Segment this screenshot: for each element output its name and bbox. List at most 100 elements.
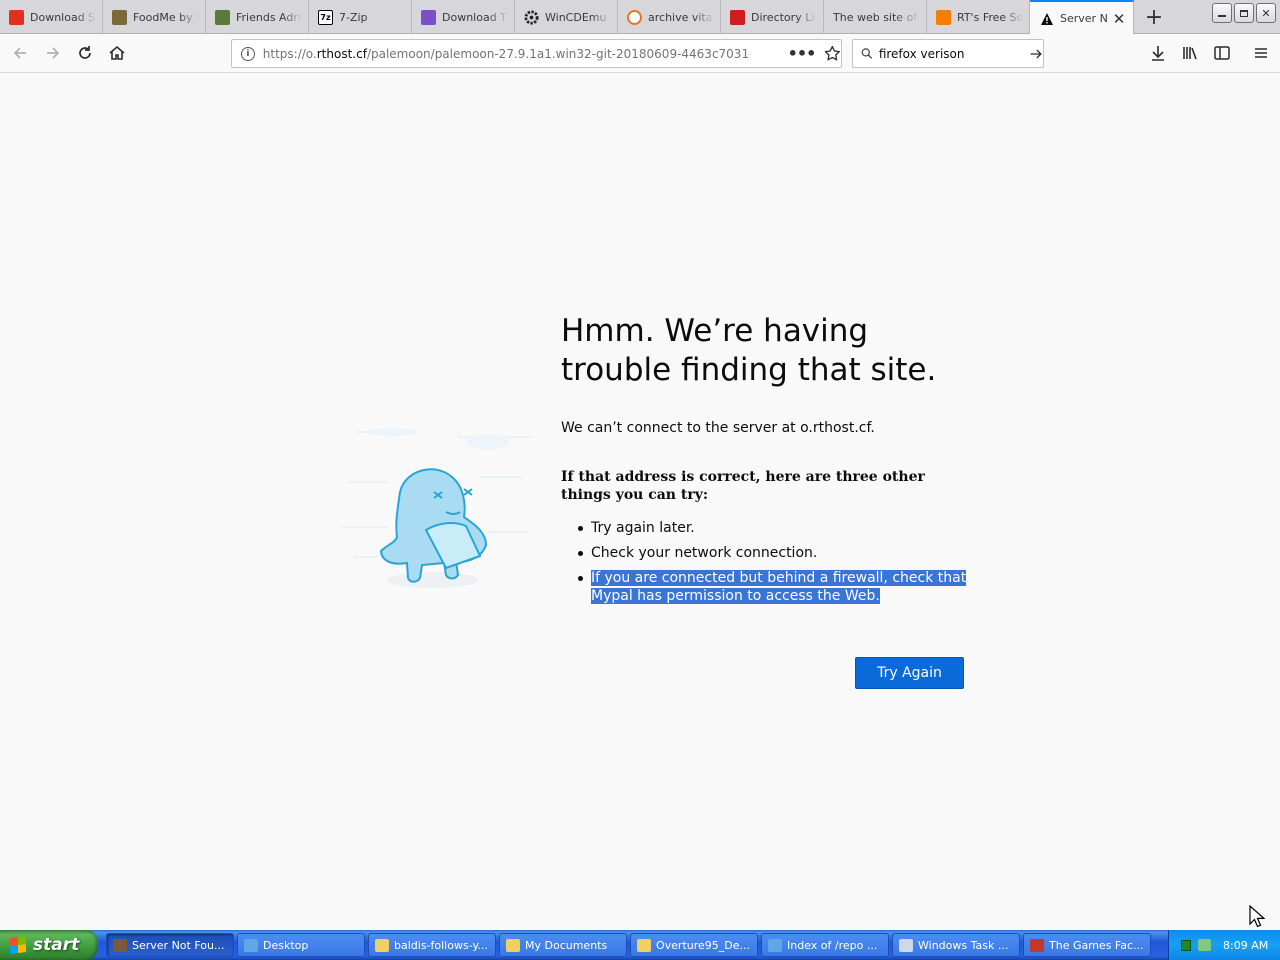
orange-circle-icon <box>627 9 642 25</box>
menu-button[interactable] <box>1247 39 1275 67</box>
tab[interactable]: 7z 7-Zip <box>309 0 412 34</box>
tab[interactable]: WinCDEmu - <box>515 0 618 34</box>
site-info-icon[interactable]: i <box>241 46 255 61</box>
warning-icon <box>1039 11 1054 26</box>
tab-title: Server N <box>1060 12 1108 25</box>
7zip-icon: 7z <box>318 9 333 25</box>
minimize-icon <box>1218 15 1226 17</box>
food-icon <box>112 9 127 25</box>
games-factory-icon <box>1030 938 1044 952</box>
tab-title: Directory Lis <box>751 10 817 24</box>
taskbar-button-label: Index of /repo ... <box>787 938 878 952</box>
tab-title: FoodMe by l <box>133 10 199 24</box>
search-go-arrow-icon[interactable] <box>1029 46 1043 62</box>
tab-title: WinCDEmu - <box>545 10 611 24</box>
suggestion-list: Try again later. Check your network conn… <box>577 519 967 612</box>
tab-title: RT's Free So <box>957 10 1023 24</box>
error-description: We can’t connect to the server at o.rtho… <box>561 420 875 436</box>
url-bar[interactable]: i https://o.rthost.cf/palemoon/palemoon-… <box>231 39 842 68</box>
reload-icon <box>79 46 91 59</box>
tab[interactable]: FoodMe by l <box>103 0 206 34</box>
ie-icon <box>244 938 258 952</box>
tab-title: Download Th <box>442 10 508 24</box>
mouse-cursor-icon <box>1249 905 1265 928</box>
taskmgr-icon <box>899 938 913 952</box>
tab-title: Friends Adri <box>236 10 301 24</box>
selected-text: If you are connected but behind a firewa… <box>591 570 967 604</box>
tab-title: The web site of R <box>833 10 920 24</box>
tab[interactable]: Directory Lis <box>721 0 824 34</box>
ie-icon <box>768 938 782 952</box>
tab-title: 7-Zip <box>339 10 368 24</box>
taskbar-button[interactable]: The Games Fac... <box>1023 933 1151 957</box>
home-icon <box>109 45 125 60</box>
taskbar-button[interactable]: Index of /repo ... <box>761 933 889 957</box>
network-icon[interactable] <box>1198 939 1211 951</box>
hamburger-menu-icon <box>1255 48 1267 58</box>
taskbar-button-label: My Documents <box>525 938 608 952</box>
sidebar-icon <box>1214 46 1230 60</box>
clock[interactable]: 8:09 AM <box>1223 939 1268 952</box>
folder-icon <box>637 938 651 952</box>
error-title: Hmm. We’re having trouble finding that s… <box>561 313 937 388</box>
taskbar-button[interactable]: Overture95_De... <box>630 933 758 957</box>
tab[interactable]: Download Sc <box>0 0 103 34</box>
close-window-button[interactable]: ✕ <box>1256 3 1276 23</box>
gear-disc-icon <box>524 9 539 25</box>
navigation-toolbar: i https://o.rthost.cf/palemoon/palemoon-… <box>0 34 1280 73</box>
try-again-button[interactable]: Try Again <box>855 657 964 689</box>
window-controls: ✕ <box>1212 3 1276 23</box>
tab[interactable]: The web site of R <box>824 0 927 34</box>
taskbar-button[interactable]: Desktop <box>237 933 365 957</box>
minimize-button[interactable] <box>1212 3 1232 23</box>
tab[interactable]: archive vitali <box>618 0 721 34</box>
new-tab-button[interactable]: + <box>1134 0 1174 34</box>
taskbar-button-label: Desktop <box>263 938 309 952</box>
tab-active[interactable]: Server N ✕ <box>1030 0 1134 35</box>
taskbar-button[interactable]: baldis-follows-y... <box>368 933 496 957</box>
taskbar-button[interactable]: Server Not Fou... <box>106 933 234 957</box>
windows-logo-icon <box>10 936 26 954</box>
list-item: Check your network connection. <box>577 544 967 562</box>
home-button[interactable] <box>103 39 131 67</box>
error-subheading: If that address is correct, here are thr… <box>561 469 925 503</box>
library-icon <box>1183 47 1197 60</box>
close-tab-icon[interactable]: ✕ <box>1111 10 1127 28</box>
tab-title: archive vitali <box>648 10 714 24</box>
tray-app-icon[interactable] <box>1181 939 1191 951</box>
search-bar[interactable] <box>852 39 1044 68</box>
back-button[interactable] <box>6 39 34 67</box>
bookmark-star-icon[interactable] <box>824 45 841 62</box>
restore-icon <box>1240 9 1248 17</box>
folder-icon <box>506 938 520 952</box>
blogger-icon <box>936 9 951 25</box>
back-arrow-icon <box>13 47 26 59</box>
page-actions-icon[interactable]: ••• <box>788 44 817 63</box>
purple-app-icon <box>421 9 436 25</box>
mypal-icon <box>113 938 127 952</box>
taskbar: start Server Not Fou... Desktop baldis-fol… <box>0 930 1280 960</box>
reload-button[interactable] <box>71 39 99 67</box>
tab[interactable]: Friends Adri <box>206 0 309 34</box>
taskbar-items: Server Not Fou... Desktop baldis-follows-y… <box>106 933 1151 957</box>
tab[interactable]: RT's Free So <box>927 0 1030 34</box>
list-item: If you are connected but behind a firewa… <box>577 569 967 605</box>
forward-arrow-icon <box>47 47 60 59</box>
taskbar-button-label: Server Not Fou... <box>132 938 225 952</box>
list-item: Try again later. <box>577 519 967 537</box>
error-page: Hmm. We’re having trouble finding that s… <box>0 74 1280 930</box>
forward-button[interactable] <box>39 39 67 67</box>
taskbar-button[interactable]: Windows Task ... <box>892 933 1020 957</box>
minecraft-icon <box>215 9 230 25</box>
taskbar-button[interactable]: My Documents <box>499 933 627 957</box>
library-button[interactable] <box>1176 39 1204 67</box>
dinosaur-illustration <box>343 428 533 588</box>
start-button[interactable]: start <box>0 930 98 960</box>
downloads-button[interactable] <box>1144 39 1172 67</box>
restore-button[interactable] <box>1234 3 1254 23</box>
taskbar-button-label: Overture95_De... <box>656 938 751 952</box>
search-input[interactable] <box>878 46 1009 61</box>
url-text[interactable]: https://o.rthost.cf/palemoon/palemoon-27… <box>263 47 750 61</box>
tab[interactable]: Download Th <box>412 0 515 34</box>
sidebar-button[interactable] <box>1208 39 1236 67</box>
